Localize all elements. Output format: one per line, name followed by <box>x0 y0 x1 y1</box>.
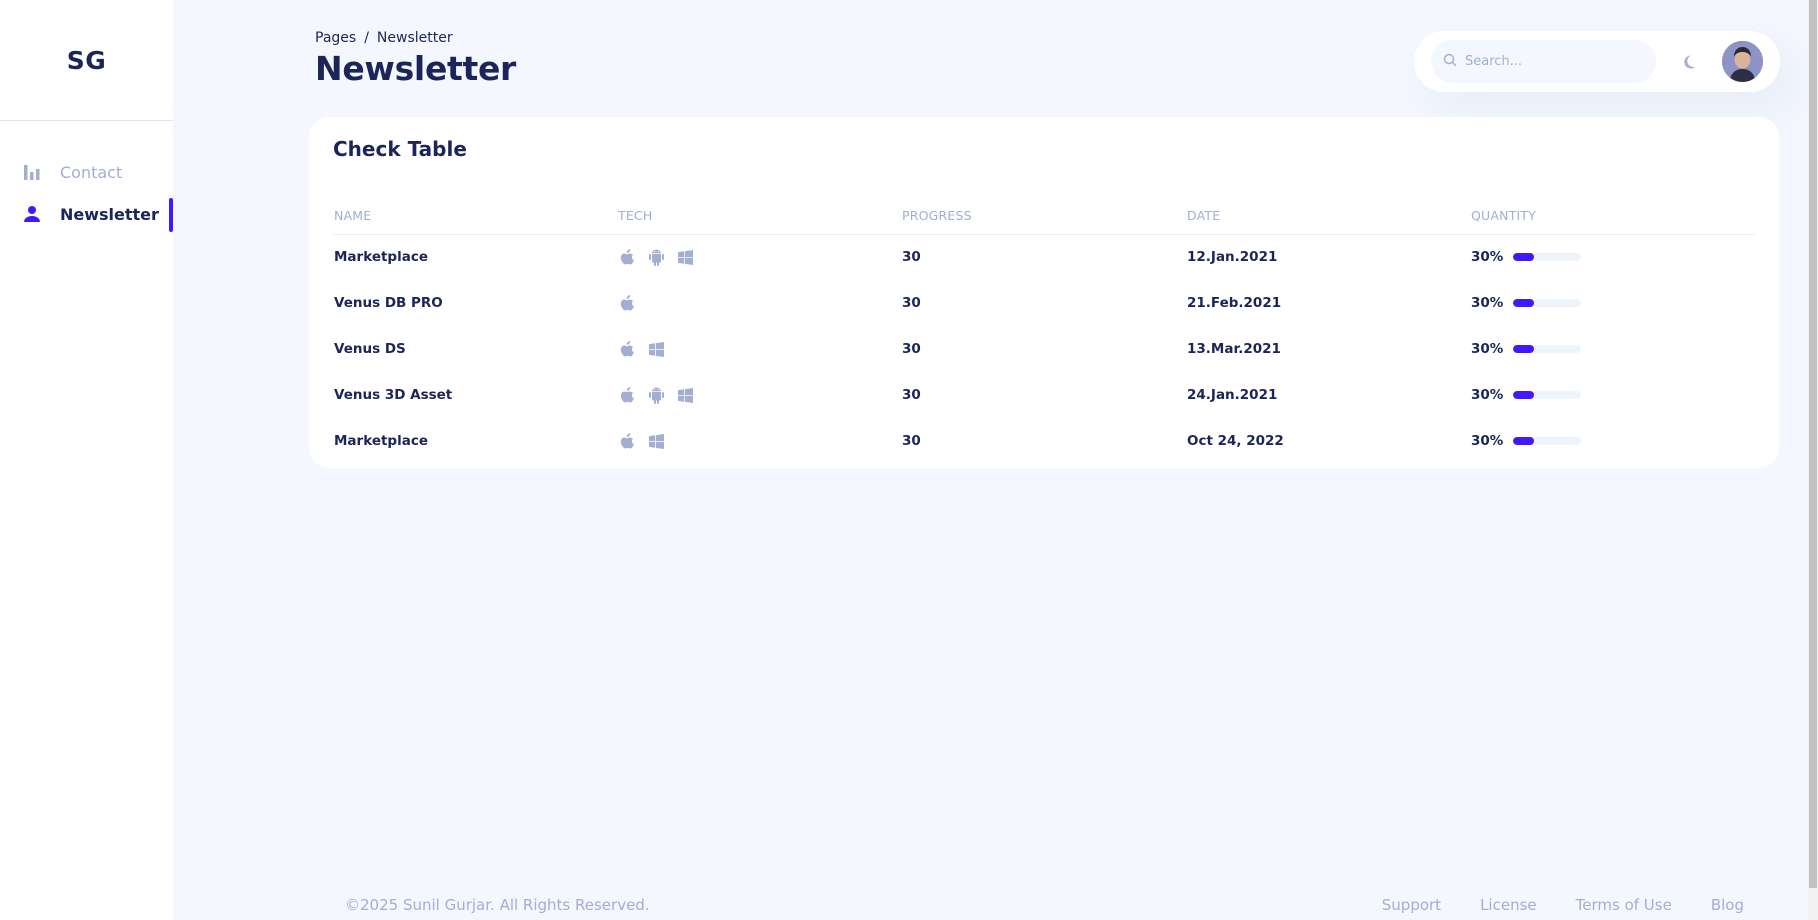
quantity-progress-bar <box>1513 253 1582 262</box>
row-name: Venus 3D Asset <box>334 387 453 403</box>
quantity-percent: 30% <box>1471 387 1504 403</box>
row-tech <box>617 372 901 418</box>
quantity-progress-fill <box>1513 299 1534 307</box>
search-icon[interactable] <box>1443 52 1457 71</box>
quantity-progress-bar <box>1513 299 1582 307</box>
column-header-date[interactable]: DATE <box>1186 197 1470 235</box>
row-quantity: 30% <box>1470 418 1755 464</box>
windows-icon <box>676 386 694 404</box>
scrollbar-thumb[interactable] <box>1809 0 1817 888</box>
check-table-card: Check Table NAME TECH PROGRESS DATE QUAN… <box>309 117 1779 468</box>
column-header-tech[interactable]: TECH <box>617 197 901 235</box>
row-progress: 30 <box>902 387 921 403</box>
footer-link-license[interactable]: License <box>1480 896 1537 914</box>
row-quantity: 30% <box>1470 280 1755 326</box>
row-progress: 30 <box>902 249 921 266</box>
quantity-progress-fill <box>1513 437 1534 445</box>
row-date: 21.Feb.2021 <box>1187 295 1282 311</box>
table-row[interactable]: Marketplace 30 12.Jan.2021 30% <box>333 234 1755 280</box>
row-name: Venus DS <box>334 341 406 357</box>
column-header-name[interactable]: NAME <box>333 197 617 235</box>
breadcrumb: Pages / Newsletter <box>315 30 516 46</box>
windows-icon <box>676 248 694 266</box>
column-header-progress[interactable]: PROGRESS <box>901 197 1186 235</box>
row-progress: 30 <box>902 341 921 357</box>
table-header-row: NAME TECH PROGRESS DATE QUANTITY <box>333 197 1755 235</box>
brand-logo[interactable]: SG <box>0 0 173 121</box>
footer-copyright: ©2025 Sunil Gurjar. All Rights Reserved. <box>345 896 650 914</box>
row-progress: 30 <box>902 295 921 311</box>
row-tech <box>617 280 901 326</box>
windows-icon <box>647 432 665 450</box>
quantity-percent: 30% <box>1471 433 1504 449</box>
table-row[interactable]: Venus DB PRO 30 21.Feb.2021 30% <box>333 280 1755 326</box>
sidebar-item-label: Newsletter <box>60 204 159 224</box>
column-header-quantity[interactable]: QUANTITY <box>1470 197 1755 235</box>
bar-chart-icon <box>23 163 41 181</box>
table-row[interactable]: Venus DS 30 13.Mar.2021 30% <box>333 326 1755 372</box>
apple-icon <box>618 294 636 312</box>
quantity-progress-fill <box>1513 345 1534 353</box>
apple-icon <box>618 248 636 266</box>
topbar <box>1414 31 1780 92</box>
windows-icon <box>647 340 665 358</box>
breadcrumb-current-link[interactable]: Newsletter <box>377 30 453 46</box>
apple-icon <box>618 432 636 450</box>
page-header: Pages / Newsletter Newsletter <box>315 30 516 88</box>
android-icon <box>647 248 665 267</box>
card-title: Check Table <box>333 137 467 161</box>
footer-links: Support License Terms of Use Blog <box>1382 896 1744 914</box>
table-row[interactable]: Marketplace 30 Oct 24, 2022 30% <box>333 418 1755 464</box>
row-date: 24.Jan.2021 <box>1187 387 1278 403</box>
sidebar-item-contact[interactable]: Contact <box>0 151 173 193</box>
row-tech <box>617 234 901 280</box>
row-quantity: 30% <box>1470 372 1755 418</box>
quantity-progress-fill <box>1513 391 1534 399</box>
quantity-percent: 30% <box>1471 341 1504 357</box>
table-body: Marketplace 30 12.Jan.2021 30% Venus DB PRO 3… <box>333 234 1755 464</box>
sidebar-nav: Contact Newsletter <box>0 121 173 235</box>
row-name: Marketplace <box>334 249 428 266</box>
sidebar-item-label: Contact <box>60 162 123 182</box>
table-row[interactable]: Venus 3D Asset 30 24.Jan.2021 30% <box>333 372 1755 418</box>
person-icon <box>23 205 41 223</box>
footer-link-support[interactable]: Support <box>1382 896 1441 914</box>
row-date: Oct 24, 2022 <box>1187 433 1284 449</box>
moon-icon[interactable] <box>1680 53 1698 71</box>
row-tech <box>617 418 901 464</box>
row-progress: 30 <box>902 433 921 449</box>
row-quantity: 30% <box>1470 234 1755 280</box>
sidebar-item-newsletter[interactable]: Newsletter <box>0 193 173 235</box>
search-box <box>1431 40 1656 83</box>
android-icon <box>647 386 665 404</box>
search-input[interactable] <box>1465 54 1645 69</box>
avatar[interactable] <box>1722 41 1763 82</box>
quantity-progress-bar <box>1513 345 1582 353</box>
quantity-progress-bar <box>1513 391 1582 399</box>
row-date: 13.Mar.2021 <box>1187 341 1281 357</box>
page-title[interactable]: Newsletter <box>315 49 516 88</box>
row-tech <box>617 326 901 372</box>
sidebar: SG Contact Newsletter <box>0 0 173 920</box>
row-name: Marketplace <box>334 433 428 449</box>
row-name: Venus DB PRO <box>334 295 443 311</box>
row-quantity: 30% <box>1470 326 1755 372</box>
check-table: NAME TECH PROGRESS DATE QUANTITY Marketp… <box>333 197 1755 464</box>
page-scrollbar[interactable] <box>1808 0 1818 920</box>
breadcrumb-root-link[interactable]: Pages <box>315 30 356 46</box>
row-date: 12.Jan.2021 <box>1187 249 1278 266</box>
quantity-percent: 30% <box>1471 295 1504 311</box>
apple-icon <box>618 386 636 404</box>
footer-link-terms-of-use[interactable]: Terms of Use <box>1576 896 1672 914</box>
apple-icon <box>618 340 636 358</box>
quantity-progress-bar <box>1513 437 1582 445</box>
footer-link-blog[interactable]: Blog <box>1711 896 1744 914</box>
quantity-progress-fill <box>1513 253 1534 262</box>
breadcrumb-separator: / <box>364 30 369 46</box>
quantity-percent: 30% <box>1471 249 1504 266</box>
